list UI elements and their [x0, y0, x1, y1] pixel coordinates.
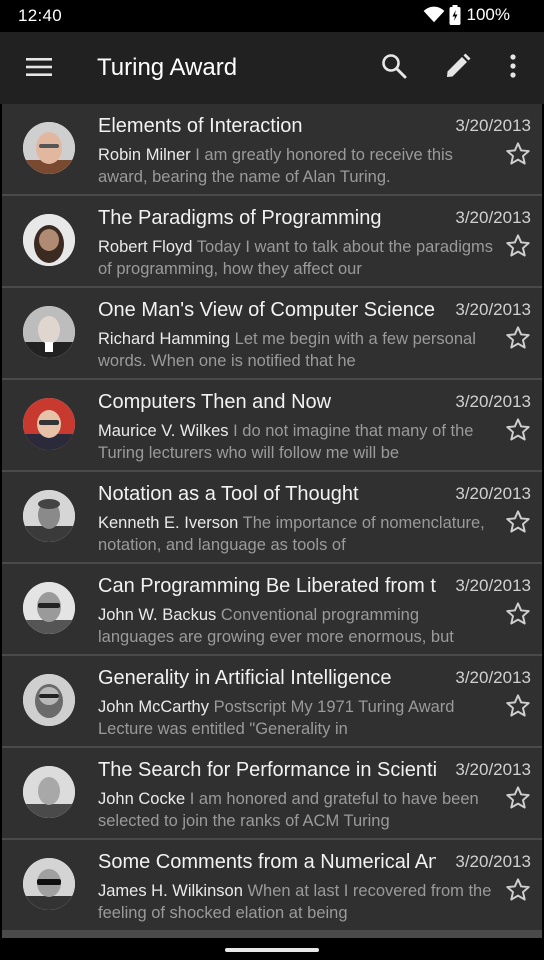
item-title: One Man's View of Computer Science: [98, 299, 435, 321]
item-author: James H. Wilkinson: [98, 882, 243, 900]
status-bar: 12:40 100%: [0, 0, 544, 32]
list-item[interactable]: Some Comments from a Numerical Analyst 3…: [2, 840, 542, 930]
item-date: 3/20/2013: [455, 116, 531, 135]
avatar: [23, 766, 75, 818]
item-author: Robert Floyd: [98, 238, 193, 256]
wifi-icon: [423, 6, 445, 24]
list-item[interactable]: Computers Then and Now 3/20/2013 Maurice…: [2, 380, 542, 470]
edit-icon: [445, 53, 471, 84]
item-author: Maurice V. Wilkes: [98, 422, 229, 440]
item-date: 3/20/2013: [455, 300, 531, 319]
menu-icon: [26, 57, 52, 81]
item-preview: John McCarthy Postscript My 1971 Turing …: [98, 696, 498, 740]
app-bar: Turing Award: [0, 32, 544, 104]
item-preview: James H. Wilkinson When at last I recove…: [98, 880, 498, 924]
item-title: The Paradigms of Programming: [98, 207, 382, 229]
battery-percentage: 100%: [466, 5, 510, 24]
star-icon[interactable]: [505, 417, 531, 443]
star-icon[interactable]: [505, 141, 531, 167]
item-title: Elements of Interaction: [98, 115, 303, 137]
avatar: [23, 674, 75, 726]
item-author: John W. Backus: [98, 606, 217, 624]
item-date: 3/20/2013: [455, 576, 531, 595]
more-vert-icon: [510, 53, 516, 83]
item-title: Notation as a Tool of Thought: [98, 483, 359, 505]
list-item[interactable]: Generality in Artificial Intelligence 3/…: [2, 656, 542, 746]
item-preview: John W. Backus Conventional programming …: [98, 604, 498, 648]
star-icon[interactable]: [505, 509, 531, 535]
star-icon[interactable]: [505, 785, 531, 811]
star-icon[interactable]: [505, 877, 531, 903]
list-item[interactable]: One Man's View of Computer Science 3/20/…: [2, 288, 542, 378]
list-item[interactable]: Can Programming Be Liberated from the vo…: [2, 564, 542, 654]
search-button[interactable]: [378, 52, 410, 84]
avatar: [23, 398, 75, 450]
item-author: Kenneth E. Iverson: [98, 514, 239, 532]
avatar: [23, 306, 75, 358]
avatar: [23, 490, 75, 542]
avatar: [23, 214, 75, 266]
item-author: John McCarthy: [98, 698, 209, 716]
list-item[interactable]: The Search for Performance in Scientific…: [2, 748, 542, 838]
lecture-list: Elements of Interaction 3/20/2013 Robin …: [2, 104, 542, 938]
battery-icon: [449, 5, 461, 25]
item-preview: Kenneth E. Iverson The importance of nom…: [98, 512, 498, 556]
list-item[interactable]: The Paradigms of Programming 3/20/2013 R…: [2, 196, 542, 286]
item-author: John Cocke: [98, 790, 186, 808]
item-date: 3/20/2013: [455, 484, 531, 503]
list-item[interactable]: Notation as a Tool of Thought 3/20/2013 …: [2, 472, 542, 562]
item-preview: Robin Milner I am greatly honored to rec…: [98, 144, 498, 188]
item-preview: John Cocke I am honored and grateful to …: [98, 788, 498, 832]
star-icon[interactable]: [505, 325, 531, 351]
list-item[interactable]: Elements of Interaction 3/20/2013 Robin …: [2, 104, 542, 194]
star-icon[interactable]: [505, 233, 531, 259]
item-preview: Maurice V. Wilkes I do not imagine that …: [98, 420, 498, 464]
item-date: 3/20/2013: [455, 852, 531, 871]
item-title: Some Comments from a Numerical Analyst: [98, 851, 436, 873]
item-date: 3/20/2013: [455, 760, 531, 779]
item-title: Generality in Artificial Intelligence: [98, 667, 392, 689]
navigation-bar: [0, 938, 544, 960]
avatar: [23, 858, 75, 910]
item-author: Robin Milner: [98, 146, 191, 164]
item-preview: Richard Hamming Let me begin with a few …: [98, 328, 498, 372]
item-date: 3/20/2013: [455, 208, 531, 227]
star-icon[interactable]: [505, 693, 531, 719]
status-time: 12:40: [18, 6, 63, 25]
item-title: Computers Then and Now: [98, 391, 332, 413]
avatar: [23, 582, 75, 634]
menu-button[interactable]: [20, 54, 58, 84]
avatar: [23, 122, 75, 174]
item-date: 3/20/2013: [455, 668, 531, 687]
item-preview: Robert Floyd Today I want to talk about …: [98, 236, 498, 280]
edit-button[interactable]: [442, 52, 474, 84]
home-gesture-handle[interactable]: [225, 948, 319, 952]
star-icon[interactable]: [505, 601, 531, 627]
more-options-button[interactable]: [497, 52, 529, 84]
app-title: Turing Award: [97, 54, 238, 81]
search-icon: [381, 53, 407, 84]
item-title: The Search for Performance in Scientific…: [98, 759, 436, 781]
status-icons: 100%: [423, 5, 510, 25]
item-date: 3/20/2013: [455, 392, 531, 411]
item-title: Can Programming Be Liberated from the vo…: [98, 575, 436, 597]
item-author: Richard Hamming: [98, 330, 231, 348]
